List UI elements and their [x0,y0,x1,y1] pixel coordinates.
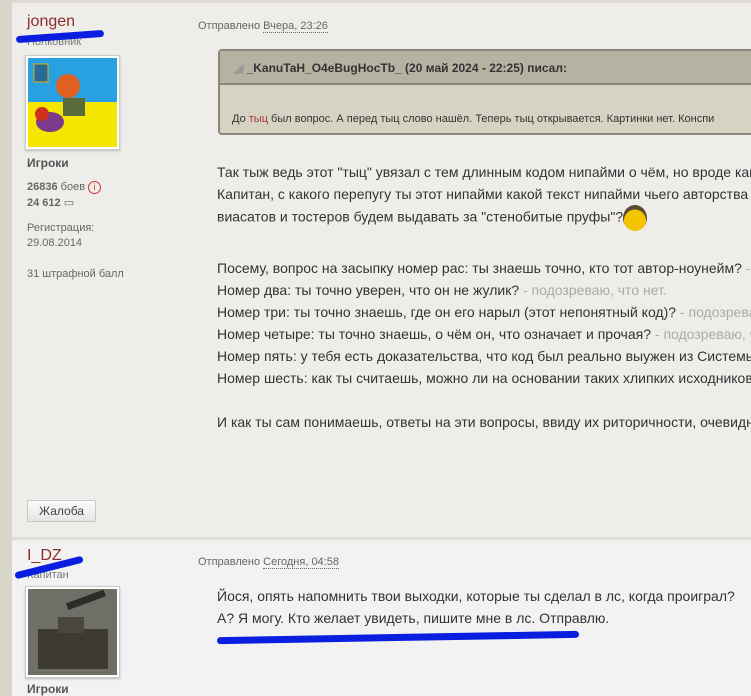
post-line [217,389,751,411]
report-button[interactable]: Жалоба [27,500,96,522]
quote-link[interactable]: тыц [249,113,268,125]
battles-label: боев [60,181,86,193]
quote-text: До тыц был вопрос. А перед тыц слово наш… [232,113,715,125]
post-line: И как ты сам понимаешь, ответы на эти во… [217,414,751,430]
posted-label: Отправлено [198,20,261,32]
forum-post: I_DZ Капитан Игроки Отправлено Сегодня, … [12,537,751,696]
post-date: Отправлено Сегодня, 04:58 [198,556,339,569]
smiley-icon [623,205,648,231]
battles-count: 26836 боев i [27,181,102,194]
post-time-link[interactable]: Сегодня, 04:58 [263,556,339,569]
avatar[interactable] [25,55,120,150]
reg-label: Регистрация: [27,222,95,234]
post-line: Капитан, с какого перепугу ты этот нипай… [217,186,749,202]
post-body: Йося, опять напомнить твои выходки, кото… [217,585,735,629]
post-line: Номер три: ты точно знаешь, где он его н… [217,304,751,320]
left-margin [0,0,12,696]
battles-value: 26836 [27,181,58,193]
post-line: Номер шесть: как ты считаешь, можно ли н… [217,370,751,386]
avatar-image [28,589,117,675]
info-icon[interactable]: i [88,181,102,194]
post-line: Йося, опять напомнить твои выходки, кото… [217,588,735,604]
quote-block: ◢ _KanuTaH_O4eBugHocTb_ (20 май 2024 - 2… [218,49,751,135]
quote-header: ◢ _KanuTaH_O4eBugHocTb_ (20 май 2024 - 2… [220,51,751,85]
posts-value: 24 612 [27,197,61,209]
avatar-image [28,58,117,147]
post-line: Номер четыре: ты точно знаешь, о чём он,… [217,326,751,342]
post-line: виасатов и тостеров будем выдавать за "с… [217,205,751,235]
user-group: Игроки [27,682,69,696]
scribble-mark [216,630,580,645]
forum-post: jongen Полковник Игроки 26836 боев i 24 … [12,0,751,537]
post-time-link[interactable]: Вчера, 23:26 [263,20,328,33]
comment-icon: ▭ [63,197,75,209]
post-line: Номер пять: у тебя есть доказательства, … [217,348,751,364]
penalty-points: 31 штрафной балл [27,268,124,280]
post-body: Так тыж ведь этот "тыц" увязал с тем дли… [217,161,751,433]
post-date: Отправлено Вчера, 23:26 [198,20,328,33]
quote-arrow-icon[interactable]: ◢ [234,61,243,75]
post-line: Так тыж ведь этот "тыц" увязал с тем дли… [217,164,751,180]
author-name[interactable]: jongen [27,13,75,31]
post-line [217,235,751,257]
user-group: Игроки [27,156,69,170]
avatar[interactable] [25,586,120,678]
posted-label: Отправлено [198,556,261,568]
post-line: Посему, вопрос на засыпку номер рас: ты … [217,260,751,276]
reg-date: 29.08.2014 [27,237,83,249]
post-line: А? Я могу. Кто желает увидеть, пишите мн… [217,610,610,626]
quote-author: _KanuTaH_O4eBugHocTb_ (20 май 2024 - 22:… [246,61,567,75]
posts-count: 24 612 ▭ [27,196,74,209]
post-line: Номер два: ты точно уверен, что он не жу… [217,282,667,298]
